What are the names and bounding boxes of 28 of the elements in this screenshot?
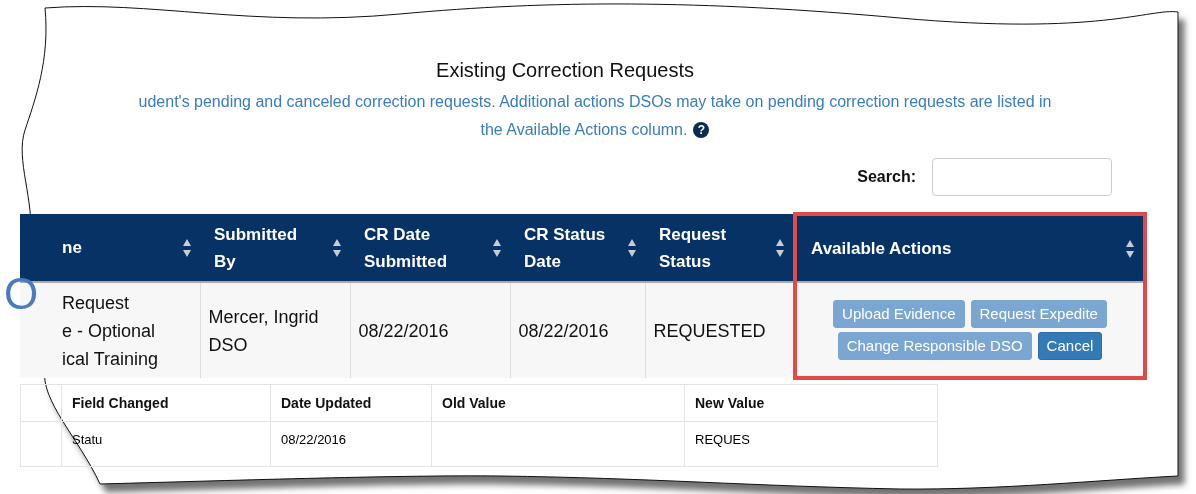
history-column-header: Date Updated — [281, 395, 372, 411]
history-column-header: New Value — [695, 395, 765, 411]
table-cell: REQUESTED — [645, 282, 795, 378]
sort-icon[interactable] — [332, 237, 342, 258]
history-column-header: Old Value — [442, 395, 506, 411]
column-header[interactable]: Submitted By — [200, 214, 350, 282]
column-header[interactable]: CR Status Date — [510, 214, 645, 282]
description-text: the Available Actions column. — [480, 120, 688, 140]
table-cell: 08/22/2016 — [510, 282, 645, 378]
sort-icon[interactable] — [1125, 238, 1135, 259]
table-cell: Mercer, Ingrid DSO — [200, 282, 350, 378]
search-field[interactable] — [932, 158, 1112, 196]
column-header[interactable]: Available Actions — [795, 214, 1145, 282]
history-cell: REQUES — [695, 432, 750, 447]
search-label: Search: — [857, 168, 916, 186]
sort-icon[interactable] — [182, 237, 192, 258]
section-title: Existing Correction Requests — [435, 58, 695, 82]
sort-icon[interactable] — [775, 237, 785, 258]
sort-icon[interactable] — [492, 237, 502, 258]
column-header[interactable]: Request Status — [645, 214, 795, 282]
history-cell: Statu — [72, 432, 103, 447]
action-button[interactable]: Cancel — [1037, 331, 1103, 360]
history-cell: 08/22/2016 — [281, 432, 347, 447]
history-column-header: Field Changed — [72, 395, 169, 411]
table-cell: 08/22/2016 — [350, 282, 510, 378]
column-header[interactable]: CR Date Submitted — [350, 214, 510, 282]
sort-icon[interactable] — [627, 237, 637, 258]
description-text: udent's pending and canceled correction requests. Additional actions DSOs may take on pending correction requests are listed in — [138, 92, 1052, 112]
